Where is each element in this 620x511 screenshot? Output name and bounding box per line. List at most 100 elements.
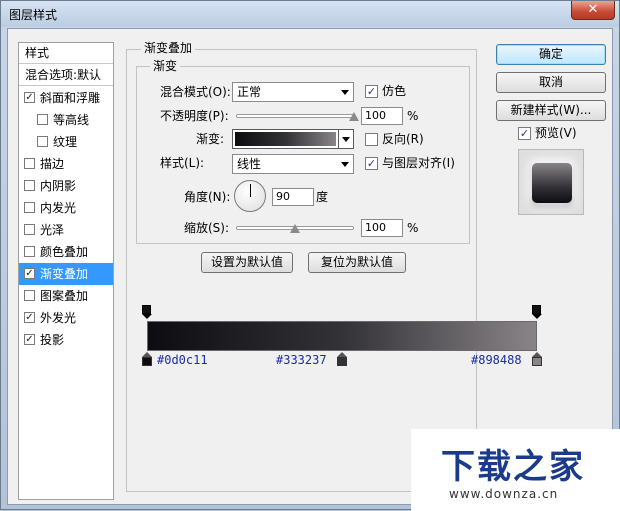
check-icon: ✓ xyxy=(25,92,34,103)
style-label: 样式(L): xyxy=(160,156,205,170)
color-stop[interactable] xyxy=(532,352,542,366)
gradient-overlay-title: 渐变叠加 xyxy=(141,41,196,55)
sidebar-item-label: 光泽 xyxy=(40,223,65,237)
opacity-stop[interactable] xyxy=(142,305,152,319)
preview-label: 预览(V) xyxy=(535,126,577,140)
sidebar-item[interactable]: ✓ 渐变叠加 xyxy=(19,263,113,285)
check-icon: ✓ xyxy=(366,85,377,98)
close-button[interactable]: ✕ xyxy=(571,1,615,20)
dither-checkbox[interactable]: ✓ xyxy=(365,85,378,98)
gradient-picker-dropdown[interactable] xyxy=(338,129,354,149)
sidebar-item-checkbox[interactable]: ✓ xyxy=(24,312,35,323)
reset-default-button[interactable]: 复位为默认值 xyxy=(308,252,406,273)
blend-mode-select[interactable]: 正常 xyxy=(232,82,354,102)
gradient-label: 渐变: xyxy=(196,132,225,146)
chevron-down-icon xyxy=(341,90,349,95)
chevron-down-icon xyxy=(341,162,349,167)
sidebar-item[interactable]: ✓ 投影 xyxy=(19,329,113,351)
reverse-label: 反向(R) xyxy=(382,132,424,146)
angle-input[interactable]: 90 xyxy=(272,188,314,206)
dither-label: 仿色 xyxy=(382,84,407,98)
sidebar-item-checkbox[interactable]: ✓ xyxy=(24,92,35,103)
check-icon: ✓ xyxy=(366,157,377,170)
sidebar-item[interactable]: 内发光 xyxy=(19,197,113,219)
opacity-stop[interactable] xyxy=(532,305,542,319)
sidebar-item[interactable]: 等高线 xyxy=(19,109,113,131)
preview-shape xyxy=(532,163,572,203)
sidebar-item[interactable]: 颜色叠加 xyxy=(19,241,113,263)
new-style-button[interactable]: 新建样式(W)... xyxy=(496,100,606,121)
sidebar-item-label: 图案叠加 xyxy=(40,289,89,303)
color-stop-label: #333237 xyxy=(276,353,327,367)
sidebar-item-checkbox[interactable] xyxy=(24,224,35,235)
opacity-input[interactable]: 100 xyxy=(361,107,403,125)
opacity-unit: % xyxy=(407,109,419,123)
scale-label: 缩放(S): xyxy=(184,221,230,235)
sidebar-item[interactable]: 图案叠加 xyxy=(19,285,113,307)
check-icon: ✓ xyxy=(25,334,34,345)
sidebar-item-label: 描边 xyxy=(40,157,65,171)
color-stop[interactable] xyxy=(142,352,152,366)
scale-input[interactable]: 100 xyxy=(361,219,403,237)
sidebar-header[interactable]: 样式 xyxy=(19,43,113,64)
sidebar-item-label: 纹理 xyxy=(53,135,78,149)
sidebar-item-blend-options[interactable]: 混合选项:默认 xyxy=(19,65,113,86)
reverse-checkbox[interactable] xyxy=(365,133,378,146)
cancel-button[interactable]: 取消 xyxy=(496,72,606,93)
watermark: 下载之家 www.downza.cn xyxy=(411,429,620,511)
blend-mode-label: 混合模式(O): xyxy=(160,85,231,99)
sidebar-item-label: 内发光 xyxy=(40,201,77,215)
align-with-layer-label: 与图层对齐(I) xyxy=(382,156,455,170)
scale-slider-thumb[interactable] xyxy=(290,224,300,233)
chevron-down-icon xyxy=(342,137,350,142)
layer-style-dialog: 图层样式 ✕ 样式 混合选项:默认 ✓ 斜面和浮雕等高线纹理描边内阴影内发光光泽颜… xyxy=(0,0,620,511)
sidebar-item-checkbox[interactable] xyxy=(37,114,48,125)
gradient-subgroup-title: 渐变 xyxy=(150,59,181,73)
sidebar-item-checkbox[interactable] xyxy=(24,180,35,191)
watermark-url: www.downza.cn xyxy=(449,487,559,501)
sidebar-item[interactable]: 描边 xyxy=(19,153,113,175)
style-preview-thumbnail xyxy=(518,149,584,215)
blend-mode-value: 正常 xyxy=(237,85,262,99)
watermark-logo: 下载之家 xyxy=(441,447,585,487)
sidebar-item-label: 等高线 xyxy=(53,113,90,127)
sidebar-item[interactable]: 内阴影 xyxy=(19,175,113,197)
sidebar-item-checkbox[interactable] xyxy=(24,158,35,169)
angle-dial[interactable] xyxy=(234,180,266,212)
sidebar-item-label: 斜面和浮雕 xyxy=(40,91,101,105)
close-icon: ✕ xyxy=(587,2,599,17)
gradient-picker-swatch[interactable] xyxy=(232,129,339,149)
opacity-slider-thumb[interactable] xyxy=(349,112,359,121)
title-bar[interactable]: 图层样式 ✕ xyxy=(1,1,619,27)
style-value: 线性 xyxy=(237,157,262,171)
opacity-slider-track[interactable] xyxy=(236,114,354,118)
sidebar-item-label: 投影 xyxy=(40,333,65,347)
sidebar-item[interactable]: ✓ 外发光 xyxy=(19,307,113,329)
sidebar-item-checkbox[interactable] xyxy=(24,246,35,257)
scale-unit: % xyxy=(407,221,419,235)
angle-indicator xyxy=(250,184,251,197)
gradient-preview xyxy=(235,132,336,146)
check-icon: ✓ xyxy=(519,127,530,140)
sidebar-item-checkbox[interactable] xyxy=(24,290,35,301)
color-stop-label: #898488 xyxy=(471,353,522,367)
sidebar-item-checkbox[interactable]: ✓ xyxy=(24,268,35,279)
sidebar-item-checkbox[interactable]: ✓ xyxy=(24,334,35,345)
color-stop[interactable] xyxy=(337,352,347,366)
sidebar-item-label: 内阴影 xyxy=(40,179,77,193)
make-default-button[interactable]: 设置为默认值 xyxy=(201,252,293,273)
angle-label: 角度(N): xyxy=(184,190,231,204)
sidebar-item[interactable]: 光泽 xyxy=(19,219,113,241)
sidebar-item[interactable]: 纹理 xyxy=(19,131,113,153)
align-with-layer-checkbox[interactable]: ✓ xyxy=(365,157,378,170)
sidebar-item[interactable]: ✓ 斜面和浮雕 xyxy=(19,87,113,109)
sidebar-item-checkbox[interactable] xyxy=(24,202,35,213)
styles-sidebar: 样式 混合选项:默认 ✓ 斜面和浮雕等高线纹理描边内阴影内发光光泽颜色叠加 ✓ 渐变叠… xyxy=(18,42,114,500)
opacity-label: 不透明度(P): xyxy=(160,109,229,123)
angle-unit: 度 xyxy=(316,190,329,204)
preview-checkbox[interactable]: ✓ xyxy=(518,127,531,140)
gradient-bar[interactable] xyxy=(147,321,537,351)
style-select[interactable]: 线性 xyxy=(232,154,354,174)
ok-button[interactable]: 确定 xyxy=(496,44,606,65)
sidebar-item-checkbox[interactable] xyxy=(37,136,48,147)
